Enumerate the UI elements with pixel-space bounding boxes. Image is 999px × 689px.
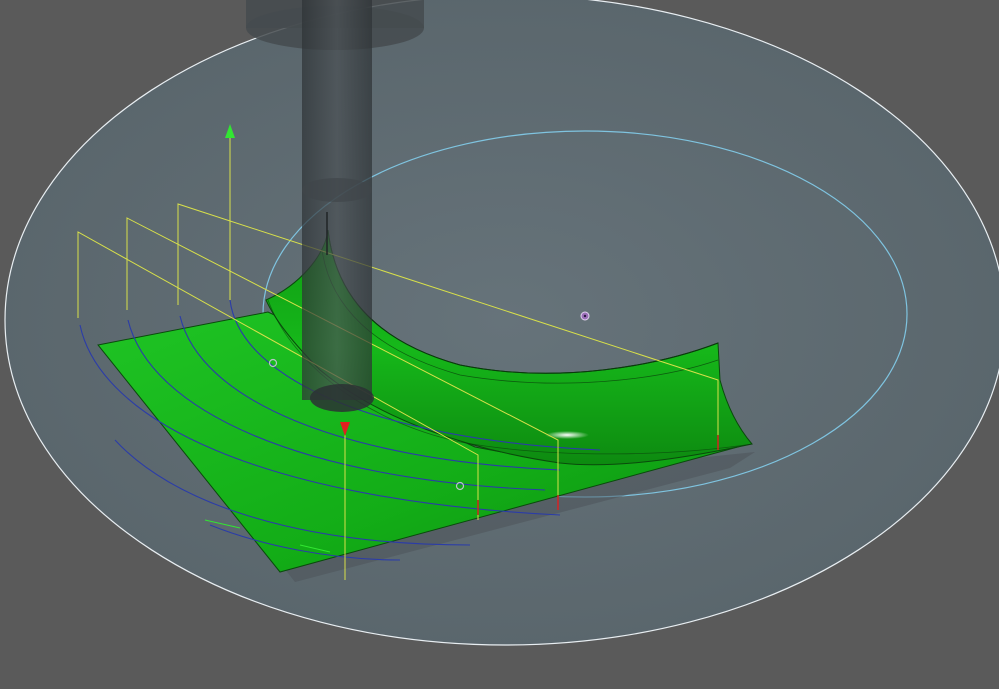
- cutting-tool[interactable]: [302, 0, 374, 412]
- specular-highlight: [545, 431, 589, 439]
- cad-3d-viewport[interactable]: [0, 0, 999, 689]
- pivot-point-icon[interactable]: [580, 311, 590, 321]
- outer-boundary-disc[interactable]: [4, 0, 999, 646]
- scene-canvas[interactable]: [0, 0, 999, 689]
